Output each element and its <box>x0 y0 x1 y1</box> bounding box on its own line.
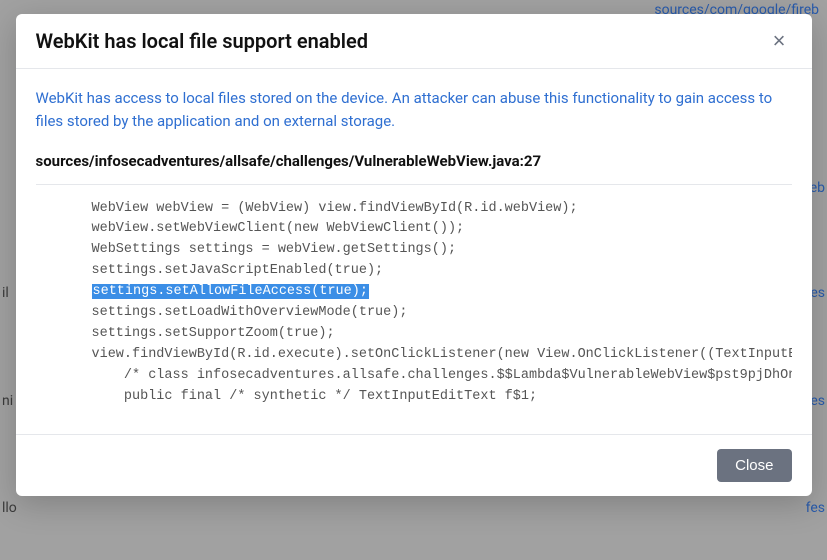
code-line: settings.setSupportZoom(true); <box>92 326 335 341</box>
modal-body: WebKit has access to local files stored … <box>16 69 812 434</box>
divider <box>36 184 792 185</box>
modal-overlay[interactable]: WebKit has local file support enabled × … <box>0 0 827 560</box>
code-line: WebView webView = (WebView) view.findVie… <box>92 201 578 216</box>
code-block: WebView webView = (WebView) view.findVie… <box>36 199 792 408</box>
code-line: WebSettings settings = webView.getSettin… <box>92 242 457 257</box>
close-icon[interactable]: × <box>767 28 792 54</box>
code-line: public final /* synthetic */ TextInputEd… <box>92 389 538 404</box>
code-scroll-container[interactable]: WebView webView = (WebView) view.findVie… <box>36 199 792 414</box>
vulnerability-description: WebKit has access to local files stored … <box>36 87 792 134</box>
code-line: view.findViewById(R.id.execute).setOnCli… <box>92 347 792 362</box>
file-path: sources/infosecadventures/allsafe/challe… <box>36 152 792 170</box>
code-line: settings.setLoadWithOverviewMode(true); <box>92 305 408 320</box>
code-line: settings.setJavaScriptEnabled(true); <box>92 263 384 278</box>
modal-title: WebKit has local file support enabled <box>36 29 369 53</box>
modal-footer: Close <box>16 434 812 496</box>
code-line: webView.setWebViewClient(new WebViewClie… <box>92 221 465 236</box>
code-line: /* class infosecadventures.allsafe.chall… <box>92 368 792 383</box>
close-button[interactable]: Close <box>717 449 791 482</box>
modal-header: WebKit has local file support enabled × <box>16 14 812 69</box>
code-line-highlighted: settings.setAllowFileAccess(true); <box>92 284 369 299</box>
modal-dialog: WebKit has local file support enabled × … <box>16 14 812 496</box>
